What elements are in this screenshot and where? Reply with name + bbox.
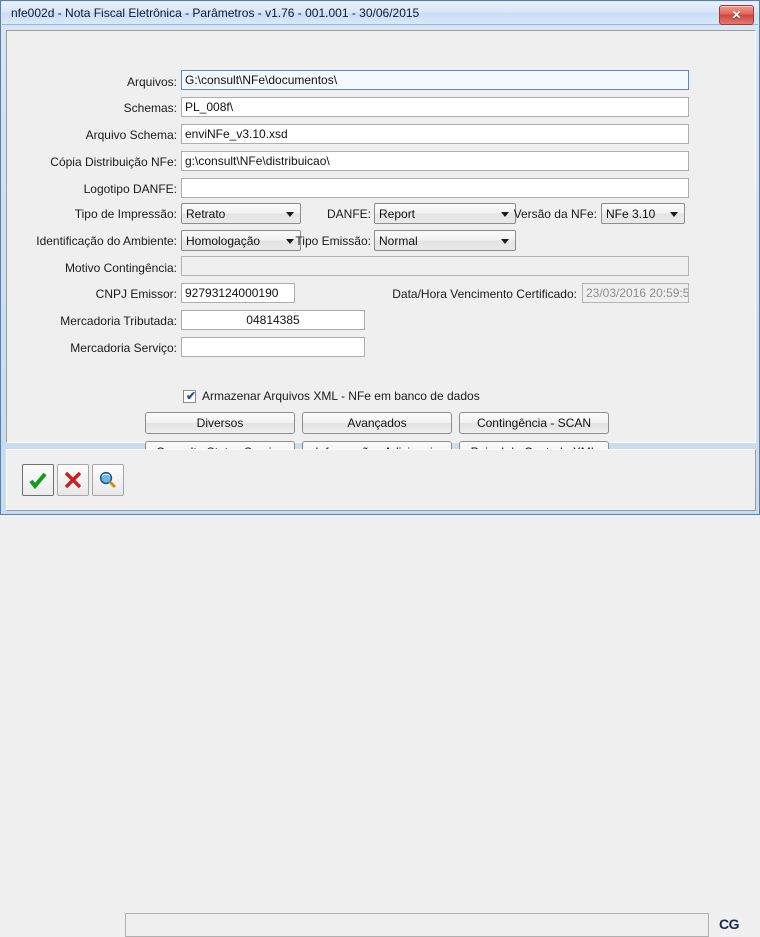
parameters-form-panel: Arquivos: G:\consult\NFe\documentos\ Sch…	[6, 30, 756, 463]
cg-logo: CG	[719, 916, 740, 932]
avancados-button[interactable]: Avançados	[302, 412, 452, 434]
label-motivo-contingencia: Motivo Contingência:	[64, 261, 177, 275]
arquivos-input[interactable]: G:\consult\NFe\documentos\	[181, 70, 689, 90]
check-icon: ✔	[186, 389, 197, 403]
versao-nfe-combo[interactable]: NFe 3.10	[601, 203, 685, 224]
application-window: nfe002d - Nota Fiscal Eletrônica - Parâm…	[0, 0, 760, 937]
tipo-emissao-combo[interactable]: Normal	[374, 230, 516, 251]
label-mercadoria-tributada: Mercadoria Tributada:	[60, 314, 177, 328]
tipo-emissao-value: Normal	[379, 234, 418, 248]
label-cnpj-emissor: CNPJ Emissor:	[95, 287, 177, 301]
confirm-button[interactable]	[22, 464, 54, 496]
armazenar-xml-checkbox[interactable]: ✔	[183, 389, 197, 403]
search-button[interactable]	[92, 464, 124, 496]
tipo-impressao-value: Retrato	[186, 207, 226, 221]
label-arquivo-schema: Arquivo Schema:	[85, 128, 177, 142]
mercadoria-servico-input[interactable]	[181, 337, 365, 357]
arquivo-schema-input[interactable]: enviNFe_v3.10.xsd	[181, 124, 689, 144]
chevron-down-icon	[670, 212, 678, 217]
label-logotipo-danfe: Logotipo DANFE:	[83, 182, 177, 196]
status-input[interactable]	[125, 913, 709, 937]
label-versao-nfe: Versão da NFe:	[513, 207, 597, 221]
armazenar-xml-label: Armazenar Arquivos XML - NFe em banco de…	[202, 389, 480, 403]
close-button[interactable]: ✕	[719, 5, 754, 25]
bottom-toolbar: CG	[6, 449, 756, 937]
versao-nfe-value: NFe 3.10	[606, 207, 656, 221]
label-mercadoria-servico: Mercadoria Serviço:	[70, 341, 177, 355]
label-arquivos: Arquivos:	[126, 75, 177, 89]
cancel-button[interactable]	[57, 464, 89, 496]
logotipo-danfe-input[interactable]	[181, 178, 689, 198]
magnifier-icon	[93, 465, 123, 495]
motivo-contingencia-input	[181, 256, 689, 276]
diversos-button[interactable]: Diversos	[145, 412, 295, 434]
mercadoria-tributada-input[interactable]: 04814385	[181, 310, 365, 330]
label-tipo-impressao: Tipo de Impressão:	[74, 207, 177, 221]
label-tipo-emissao: Tipo Emissão:	[295, 234, 371, 248]
copia-distribuicao-nfe-input[interactable]: g:\consult\NFe\distribuicao\	[181, 151, 689, 171]
check-icon	[23, 465, 53, 495]
label-copia-distribuicao-nfe: Cópia Distribuição NFe:	[50, 155, 177, 169]
danfe-value: Report	[379, 207, 416, 221]
cnpj-emissor-input[interactable]: 92793124000190	[181, 283, 295, 303]
label-data-hora-vencimento: Data/Hora Vencimento Certificado:	[392, 287, 577, 301]
data-hora-vencimento-input: 23/03/2016 20:59:59	[582, 283, 689, 303]
chevron-down-icon	[501, 239, 509, 244]
cross-icon	[58, 465, 88, 495]
label-danfe: DANFE:	[326, 207, 371, 221]
title-bar: nfe002d - Nota Fiscal Eletrônica - Parâm…	[2, 2, 758, 25]
schemas-input[interactable]: PL_008f\	[181, 97, 689, 117]
label-schemas: Schemas:	[123, 101, 177, 115]
label-identificacao-ambiente: Identificação do Ambiente:	[36, 234, 177, 248]
window-title: nfe002d - Nota Fiscal Eletrônica - Parâm…	[11, 6, 420, 20]
close-icon: ✕	[731, 8, 742, 22]
contingencia-scan-button[interactable]: Contingência - SCAN	[459, 412, 609, 434]
client-area: Arquivos: G:\consult\NFe\documentos\ Sch…	[6, 30, 756, 937]
